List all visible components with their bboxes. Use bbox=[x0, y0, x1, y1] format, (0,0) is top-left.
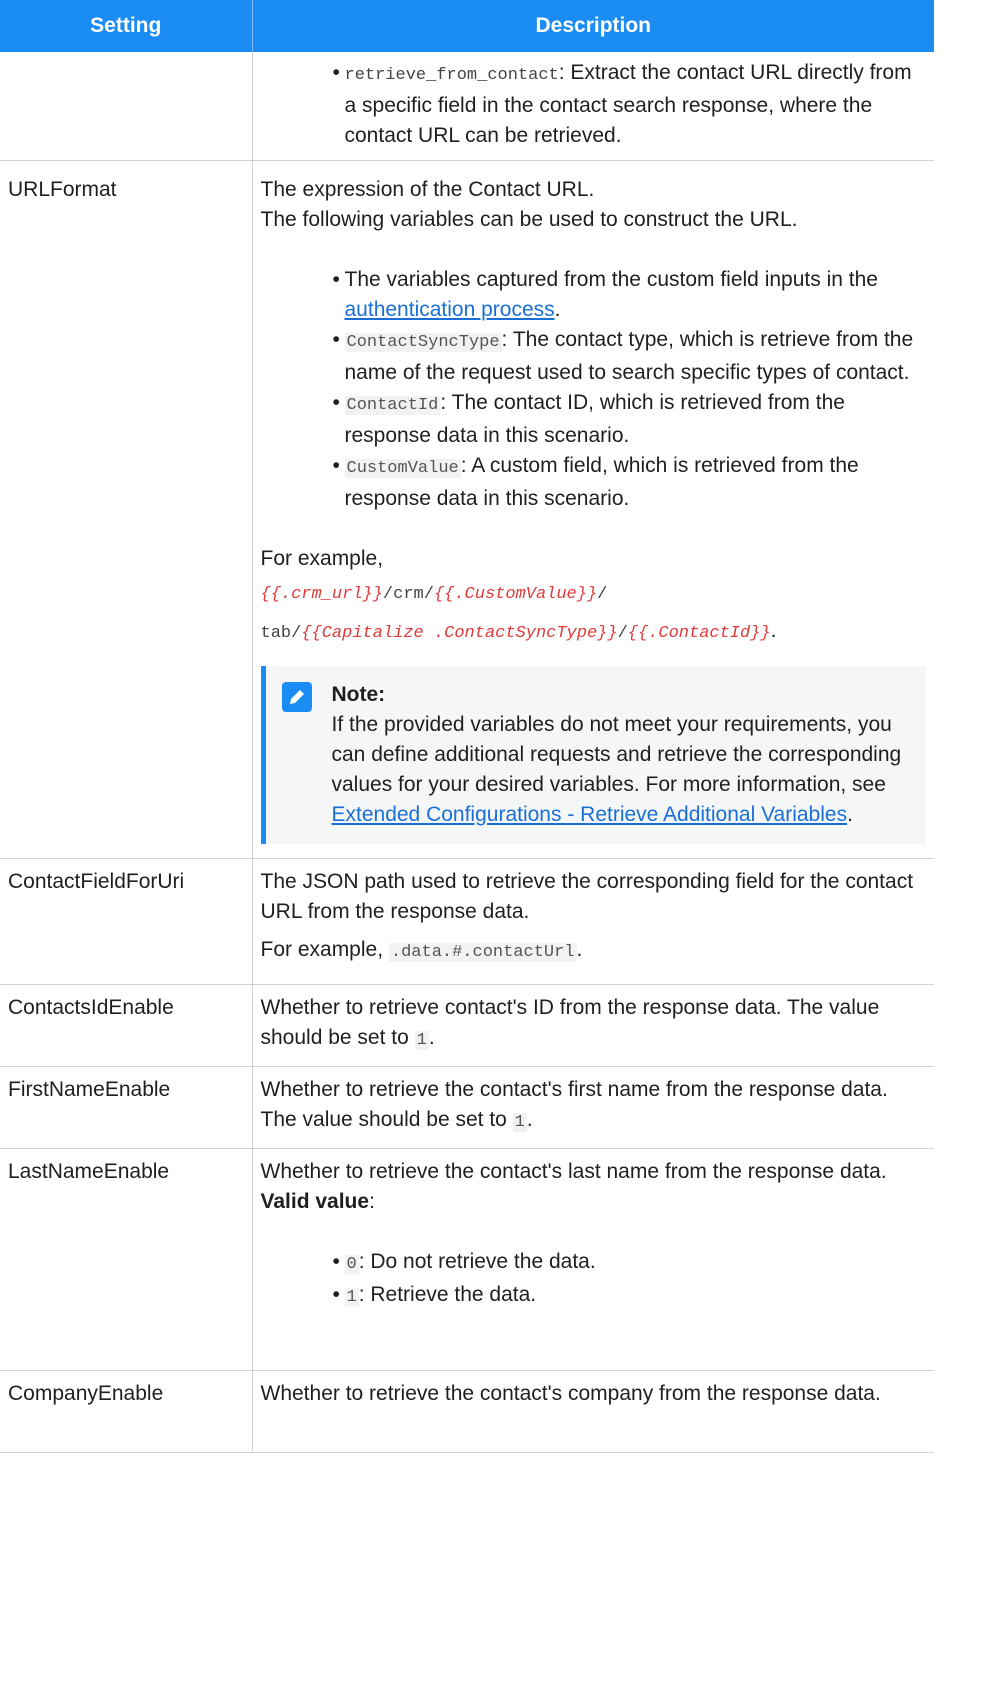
example-end: . bbox=[770, 618, 777, 642]
description-cell: retrieve_from_contact: Extract the conta… bbox=[251, 52, 934, 161]
list-item: ContactSyncType: The contact type, which… bbox=[333, 325, 927, 388]
example-var: {{.CustomValue}} bbox=[433, 584, 598, 604]
note-text-body: If the provided variables do not meet yo… bbox=[331, 712, 902, 796]
description-cell: Whether to retrieve the contact's last n… bbox=[251, 1147, 934, 1371]
code-contactid: ContactId bbox=[344, 395, 441, 415]
settings-table: Setting Description retrieve_from_contac… bbox=[0, 0, 934, 1453]
description-line: The following variables can be used to c… bbox=[260, 207, 798, 231]
table-row-firstnameenable: FirstNameEnable Whether to retrieve the … bbox=[0, 1065, 934, 1149]
setting-cell: ContactsIdEnable bbox=[0, 983, 253, 1067]
example-var: {{Capitalize .ContactSyncType}} bbox=[301, 623, 618, 643]
code-retrieve-from-contact: retrieve_from_contact bbox=[344, 66, 559, 85]
extended-configurations-link[interactable]: Extended Configurations - Retrieve Addit… bbox=[332, 803, 848, 826]
variables-list: The variables captured from the custom f… bbox=[261, 265, 927, 514]
code-value: 0 bbox=[344, 1254, 359, 1274]
code-value: 1 bbox=[344, 1287, 359, 1307]
example-line: For example, .data.#.contactUrl. bbox=[261, 935, 927, 968]
setting-cell: FirstNameEnable bbox=[0, 1065, 253, 1149]
list-item: ContactId: The contact ID, which is retr… bbox=[333, 388, 927, 451]
description-cell: Whether to retrieve contact's ID from th… bbox=[251, 983, 934, 1067]
table-row: retrieve_from_contact: Extract the conta… bbox=[0, 52, 934, 161]
list-item: CustomValue: A custom field, which is re… bbox=[333, 451, 927, 514]
example-part: /crm/ bbox=[382, 584, 434, 604]
code-value: 1 bbox=[512, 1112, 527, 1132]
example-var: {{.ContactId}} bbox=[627, 623, 771, 643]
example-end: . bbox=[576, 937, 583, 961]
header-description: Description bbox=[252, 0, 934, 52]
description-text: Whether to retrieve the contact's first … bbox=[260, 1077, 888, 1131]
code-json-path: .data.#.contactUrl bbox=[388, 942, 577, 962]
valid-value-label: Valid value bbox=[260, 1189, 370, 1213]
table-row-companyenable: CompanyEnable Whether to retrieve the co… bbox=[0, 1369, 934, 1453]
bullet-text: . bbox=[554, 297, 561, 321]
list-item: The variables captured from the custom f… bbox=[333, 265, 927, 325]
note-end: . bbox=[847, 802, 853, 826]
table-row-urlformat: URLFormat The expression of the Contact … bbox=[0, 159, 934, 859]
example-part: / bbox=[597, 584, 608, 604]
list-item: retrieve_from_contact: Extract the conta… bbox=[333, 58, 927, 151]
example-part: tab/ bbox=[260, 623, 302, 643]
bullet-text: : Do not retrieve the data. bbox=[358, 1249, 596, 1273]
description-cell: Whether to retrieve the contact's first … bbox=[251, 1065, 934, 1149]
setting-cell-empty bbox=[0, 52, 253, 161]
setting-cell: CompanyEnable bbox=[0, 1369, 253, 1453]
table-row-contactfieldforuri: ContactFieldForUri The JSON path used to… bbox=[0, 857, 934, 985]
code-customvalue: CustomValue bbox=[344, 458, 461, 478]
note-callout: Note: If the provided variables do not m… bbox=[260, 665, 926, 844]
url-example: {{.crm_url}}/crm/{{.CustomValue}}/ tab/{… bbox=[261, 574, 927, 652]
example-label: For example, bbox=[260, 546, 384, 570]
description-end: . bbox=[526, 1107, 533, 1131]
note-text: If the provided variables do not meet yo… bbox=[332, 710, 915, 830]
authentication-process-link[interactable]: authentication process bbox=[345, 298, 555, 321]
list-item: 1: Retrieve the data. bbox=[333, 1280, 927, 1313]
example-var: {{.crm_url}} bbox=[260, 584, 383, 604]
description-text: The JSON path used to retrieve the corre… bbox=[260, 869, 914, 923]
bullet-list: retrieve_from_contact: Extract the conta… bbox=[261, 58, 927, 151]
setting-cell: URLFormat bbox=[0, 159, 253, 859]
description-cell: The JSON path used to retrieve the corre… bbox=[251, 857, 934, 985]
list-item: 0: Do not retrieve the data. bbox=[333, 1247, 927, 1280]
table-row-contactsidenable: ContactsIdEnable Whether to retrieve con… bbox=[0, 983, 934, 1067]
valid-values-list: 0: Do not retrieve the data. 1: Retrieve… bbox=[261, 1247, 927, 1313]
description-text: Whether to retrieve contact's ID from th… bbox=[260, 995, 880, 1049]
code-value: 1 bbox=[414, 1030, 429, 1050]
setting-cell: LastNameEnable bbox=[0, 1147, 253, 1371]
description-text: Whether to retrieve the contact's last n… bbox=[260, 1159, 887, 1183]
table-header-row: Setting Description bbox=[0, 0, 934, 52]
description-cell: Whether to retrieve the contact's compan… bbox=[251, 1369, 934, 1453]
example-part: / bbox=[617, 623, 628, 643]
note-body: Note: If the provided variables do not m… bbox=[332, 680, 915, 830]
description-end: . bbox=[428, 1025, 435, 1049]
table-row-lastnameenable: LastNameEnable Whether to retrieve the c… bbox=[0, 1147, 934, 1371]
description-cell: The expression of the Contact URL. The f… bbox=[251, 159, 934, 859]
description-line: The expression of the Contact URL. bbox=[260, 177, 595, 201]
bullet-text: : Retrieve the data. bbox=[358, 1282, 537, 1306]
header-setting: Setting bbox=[0, 0, 253, 52]
code-contactsynctype: ContactSyncType bbox=[344, 332, 502, 352]
example-pre: For example, bbox=[260, 937, 389, 961]
note-title: Note: bbox=[331, 682, 386, 706]
valid-value-colon: : bbox=[369, 1189, 375, 1213]
setting-cell: ContactFieldForUri bbox=[0, 857, 253, 985]
bullet-text: The variables captured from the custom f… bbox=[344, 267, 878, 291]
valid-value-line: Valid value: bbox=[261, 1187, 927, 1217]
edit-note-icon bbox=[281, 681, 312, 712]
